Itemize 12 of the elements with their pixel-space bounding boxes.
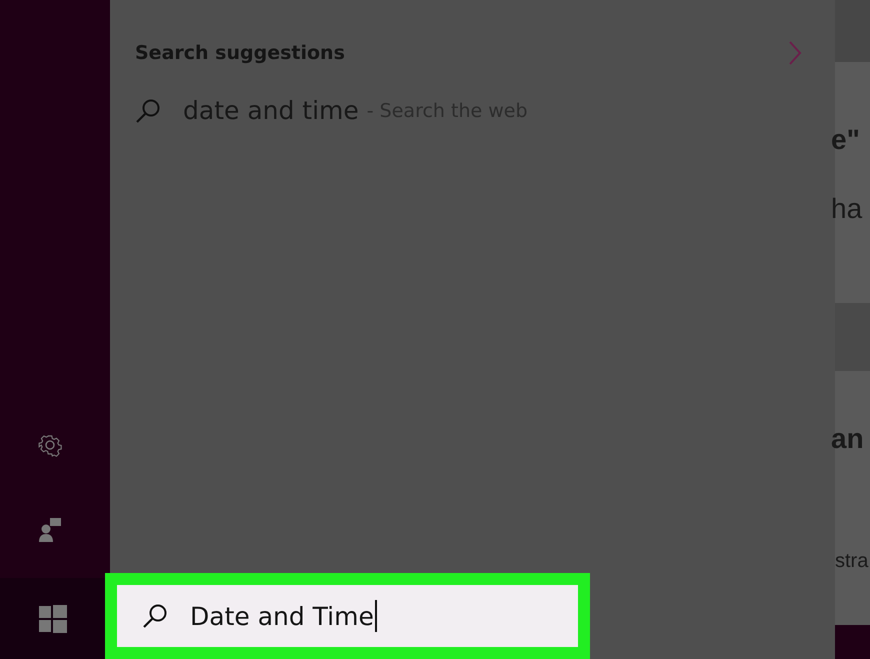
section-heading: Search suggestions [135,42,345,64]
search-field[interactable]: Date and Time [105,573,590,659]
text-fragment: stra [835,550,868,573]
search-icon [142,603,168,629]
text-fragment: e" [831,124,860,156]
settings-icon[interactable] [38,433,62,457]
text-fragment: ha [831,193,862,225]
text-fragment: an [831,423,864,455]
search-icon [135,98,161,124]
feedback-icon[interactable] [37,517,63,543]
windows-icon[interactable] [38,604,66,632]
taskbar-strip [835,625,870,659]
